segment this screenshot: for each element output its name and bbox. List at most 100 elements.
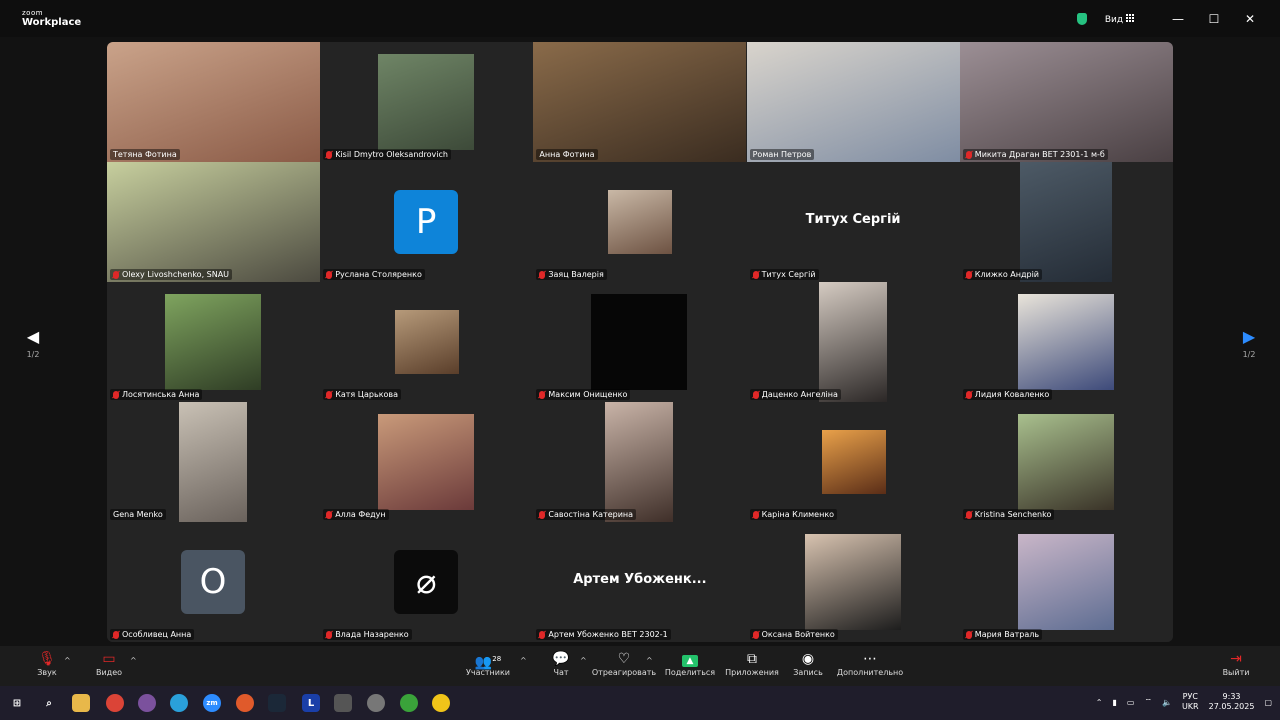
file-explorer-icon[interactable] — [72, 694, 90, 712]
next-page-button[interactable]: ▶ 1/2 — [1234, 327, 1264, 359]
more-button[interactable]: ⋯ Дополнительно — [830, 650, 910, 677]
participant-name-label: Даценко Ангеліна — [749, 389, 841, 400]
leave-button[interactable]: ⇥ Выйти — [1196, 650, 1276, 677]
participant-tile[interactable]: Kristina Senchenko — [959, 402, 1173, 522]
video-label: Видео — [95, 668, 123, 677]
participant-tile[interactable]: Алла Федун — [320, 402, 534, 522]
participant-video — [533, 42, 747, 162]
participant-tile[interactable]: Мария Ватраль — [959, 522, 1173, 642]
participant-name: Каріна Клименко — [761, 510, 835, 519]
mic-muted-icon — [752, 510, 759, 519]
chrome-icon[interactable] — [106, 694, 124, 712]
participant-name-label: Савостіна Катерина — [536, 509, 637, 520]
steam-icon[interactable] — [268, 694, 286, 712]
battery-icon[interactable]: ▭ — [1127, 698, 1135, 707]
notifications-icon[interactable]: ▢ — [1264, 698, 1272, 707]
app-icon-yellow[interactable] — [432, 694, 450, 712]
participant-tile[interactable]: O Особливец Анна — [107, 522, 320, 642]
app-logo: zoom Workplace — [22, 10, 81, 28]
participant-name: Роман Петров — [752, 150, 812, 159]
mic-muted-icon — [965, 630, 972, 639]
participants-icon: 👥28 — [474, 654, 502, 671]
volume-icon[interactable]: 🔈 — [1162, 698, 1172, 707]
tray-expand-icon[interactable]: ⌃ — [1096, 698, 1103, 707]
usb-icon[interactable]: ▮ — [1112, 698, 1116, 707]
participant-tile[interactable]: Роман Петров — [746, 42, 960, 162]
torrent-icon[interactable] — [400, 694, 418, 712]
prev-page-button[interactable]: ◀ 1/2 — [18, 327, 48, 359]
participant-name: Даценко Ангеліна — [761, 390, 838, 399]
app-icon-l[interactable]: L — [302, 694, 320, 712]
participant-name: Максим Онищенко — [548, 390, 628, 399]
view-label: Вид — [1104, 14, 1124, 25]
mic-muted-icon — [539, 390, 546, 399]
zoom-icon[interactable]: zm — [203, 694, 221, 712]
shield-icon[interactable] — [1076, 13, 1087, 25]
participant-tile[interactable]: Olexy Livoshchenko, SNAU — [107, 162, 320, 282]
title-controls: Вид — ☐ ✕ — [1076, 12, 1264, 26]
meeting-stage: ◀ 1/2 ▶ 1/2 Тетяна Фотина Kisil Dmytro Ol… — [0, 37, 1280, 646]
participant-name-label: Микита Драган ВЕТ 2301-1 м-б — [962, 149, 1108, 160]
app-icon-grey[interactable] — [334, 694, 352, 712]
clock[interactable]: 9:33 27.05.2025 — [1209, 692, 1255, 712]
participant-video — [608, 190, 673, 254]
more-icon: ⋯ — [863, 651, 877, 667]
participant-name-label: Артем Убоженко ВЕТ 2302-1 — [536, 629, 671, 640]
participant-tile[interactable]: Gena Menko — [107, 402, 320, 522]
participant-tile[interactable]: Максим Онищенко — [533, 282, 747, 402]
minimize-button[interactable]: — — [1164, 12, 1192, 26]
windows-taskbar: ⊞ ⌕ zm L ⌃ ▮ ▭ ⌔ 🔈 РУС UKR 9:33 27.05.2025… — [0, 686, 1280, 720]
participant-tile[interactable]: Анна Фотина — [533, 42, 747, 162]
participant-tile[interactable]: P Руслана Столяренко — [320, 162, 534, 282]
title-bar: zoom Workplace Вид — ☐ ✕ — [0, 0, 1280, 37]
mic-muted-icon — [752, 390, 759, 399]
video-button[interactable]: ▭ Видео — [69, 650, 149, 677]
telegram-icon[interactable] — [170, 694, 188, 712]
participant-tile[interactable]: Лосятинська Анна — [107, 282, 320, 402]
app-icon-orange[interactable] — [236, 694, 254, 712]
participant-tile[interactable]: Микита Драган ВЕТ 2301-1 м-б — [959, 42, 1173, 162]
mic-muted-icon — [965, 270, 972, 279]
participant-tile[interactable]: Даценко Ангеліна — [746, 282, 960, 402]
participant-tile[interactable]: ⌀ Влада Назаренко — [320, 522, 534, 642]
participant-tile[interactable]: Заяц Валерія — [533, 162, 747, 282]
viber-icon[interactable] — [138, 694, 156, 712]
view-button[interactable]: Вид — [1104, 13, 1134, 25]
participant-video — [746, 42, 960, 162]
participant-tile[interactable]: Kisil Dmytro Oleksandrovich — [320, 42, 534, 162]
participant-display-name: Артем Убоженк... — [573, 572, 707, 587]
participant-tile[interactable]: Каріна Клименко — [746, 402, 960, 522]
lang-bottom: UKR — [1181, 702, 1199, 711]
mic-muted-icon — [326, 390, 333, 399]
participant-tile[interactable]: Клижко Андрій — [959, 162, 1173, 282]
participant-avatar: P — [394, 190, 459, 254]
participant-name-label: Оксана Войтенко — [749, 629, 838, 640]
participant-tile[interactable]: Тетяна Фотина — [107, 42, 320, 162]
participant-tile[interactable]: Савостіна Катерина — [533, 402, 747, 522]
participant-name-label: Kisil Dmytro Oleksandrovich — [323, 149, 451, 160]
participant-tile[interactable]: Титух Сергій Титух Сергій — [746, 162, 960, 282]
participant-name: Титух Сергій — [761, 270, 816, 279]
participant-name: Kisil Dmytro Oleksandrovich — [335, 150, 448, 159]
windows-start-icon[interactable]: ⊞ — [8, 694, 26, 712]
close-button[interactable]: ✕ — [1236, 12, 1264, 26]
app-icon-mouse[interactable] — [367, 694, 385, 712]
participants-label: Участники — [465, 668, 511, 677]
maximize-button[interactable]: ☐ — [1200, 12, 1228, 26]
participant-video — [821, 430, 886, 494]
participants-button[interactable]: 👥28 Участники — [448, 650, 528, 677]
participant-tile[interactable]: Лидия Коваленко — [959, 282, 1173, 402]
search-icon[interactable]: ⌕ — [40, 694, 58, 712]
participant-name: Заяц Валерія — [548, 270, 604, 279]
participant-name-label: Алла Федун — [323, 509, 389, 520]
participant-tile[interactable]: Катя Царькова — [320, 282, 534, 402]
participant-tile[interactable]: Артем Убоженк... Артем Убоженко ВЕТ 2302-… — [533, 522, 747, 642]
participant-tile[interactable]: Оксана Войтенко — [746, 522, 960, 642]
wifi-icon[interactable]: ⌔ — [1144, 697, 1152, 707]
participant-name: Kristina Senchenko — [974, 510, 1052, 519]
participant-name-label: Анна Фотина — [536, 149, 598, 160]
language-indicator[interactable]: РУС UKR — [1182, 692, 1199, 712]
camera-off-icon: ▭ — [102, 651, 116, 667]
participant-name-label: Катя Царькова — [323, 389, 402, 400]
video-options-caret[interactable]: ^ — [130, 656, 137, 665]
